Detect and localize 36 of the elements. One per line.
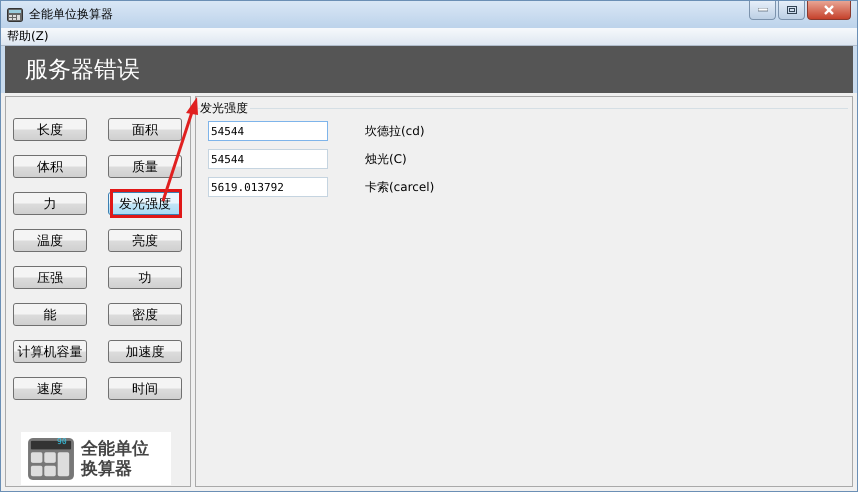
unit-button[interactable]: 面积 bbox=[108, 118, 182, 141]
unit-button[interactable]: 速度 bbox=[13, 377, 87, 400]
highlight-rectangle bbox=[110, 189, 182, 218]
logo-text: 换算器 bbox=[81, 458, 133, 478]
menu-item[interactable]: 帮助(Z) bbox=[7, 28, 49, 45]
calculator-icon bbox=[7, 8, 23, 22]
unit-button[interactable]: 体积 bbox=[13, 155, 87, 178]
unit-button[interactable]: 长度 bbox=[13, 118, 87, 141]
unit-button[interactable]: 压强 bbox=[13, 266, 87, 289]
unit-button[interactable]: 温度 bbox=[13, 229, 87, 252]
calculator-icon bbox=[27, 436, 75, 480]
minimize-icon bbox=[758, 8, 768, 12]
unit-label: 卡索(carcel) bbox=[365, 178, 434, 196]
unit-button[interactable]: 时间 bbox=[108, 377, 182, 400]
unit-button[interactable]: 能 bbox=[13, 303, 87, 326]
unit-button[interactable]: 亮度 bbox=[108, 229, 182, 252]
close-icon bbox=[823, 5, 835, 15]
unit-button[interactable]: 力 bbox=[13, 192, 87, 215]
value-field[interactable]: 54544 bbox=[208, 121, 328, 141]
window-title: 全能单位换算器 bbox=[29, 6, 113, 23]
unit-button[interactable]: 加速度 bbox=[108, 340, 182, 363]
maximize-button[interactable] bbox=[778, 1, 805, 20]
group-title: 发光强度 bbox=[200, 100, 250, 117]
value-field[interactable]: 5619.013792 bbox=[208, 177, 328, 197]
maximize-icon bbox=[786, 6, 796, 14]
unit-label: 烛光(C) bbox=[365, 150, 407, 168]
banner-text: 服务器错误 bbox=[25, 56, 140, 85]
unit-button[interactable]: 质量 bbox=[108, 155, 182, 178]
logo-text: 全能单位 bbox=[81, 438, 149, 458]
unit-button[interactable]: 密度 bbox=[108, 303, 182, 326]
unit-button[interactable]: 计算机容量 bbox=[13, 340, 87, 363]
close-button[interactable] bbox=[807, 1, 851, 20]
unit-label: 坎德拉(cd) bbox=[365, 122, 425, 140]
display-digits: 90 bbox=[57, 437, 67, 446]
unit-button[interactable]: 功 bbox=[108, 266, 182, 289]
value-field[interactable]: 54544 bbox=[208, 149, 328, 169]
